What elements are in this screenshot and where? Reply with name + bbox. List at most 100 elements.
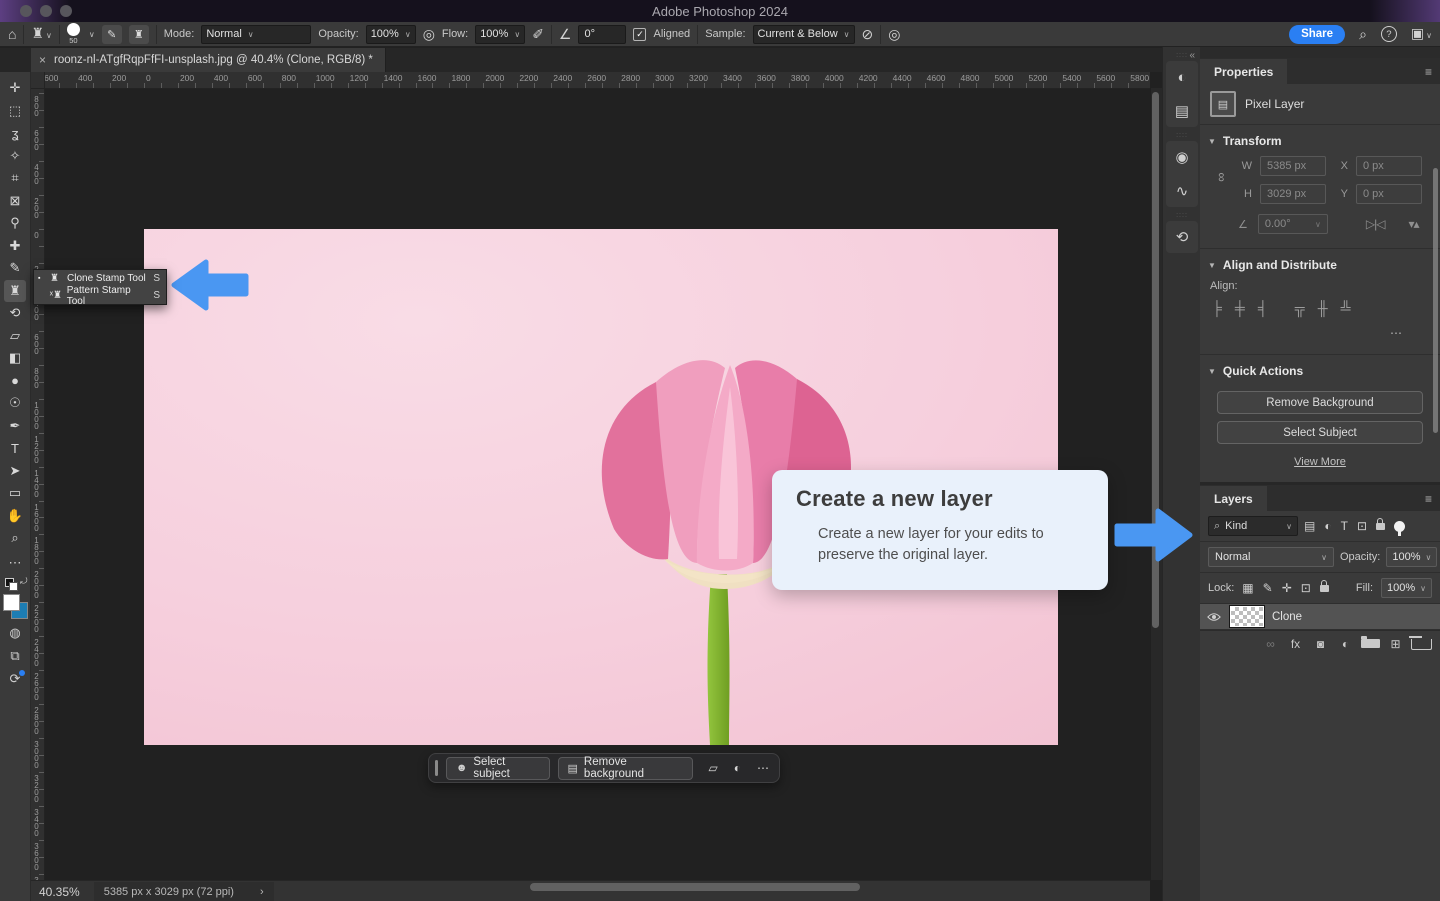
flyout-item-pattern-stamp[interactable]: ˣ♜ Pattern Stamp Tool S: [34, 287, 166, 304]
ignore-adjustment-layers-icon[interactable]: ⊘: [862, 22, 874, 47]
close-tab-icon[interactable]: ×: [39, 53, 46, 67]
history-icon[interactable]: ⟲: [1170, 225, 1194, 249]
sample-select[interactable]: Current & Below: [753, 25, 855, 44]
brush-settings-icon[interactable]: ✎: [102, 25, 122, 44]
filter-image-icon[interactable]: ▤: [1304, 519, 1315, 533]
tool-zoom[interactable]: ⌕: [4, 527, 26, 550]
lock-transparency-icon[interactable]: ▦: [1242, 581, 1253, 595]
horizontal-scrollbar-thumb[interactable]: [530, 883, 860, 891]
layer-row-clone[interactable]: Clone: [1200, 604, 1440, 630]
search-icon[interactable]: ⌕: [1359, 22, 1367, 47]
home-icon[interactable]: ⌂: [8, 22, 16, 47]
tool-lasso[interactable]: ʓ: [4, 122, 26, 145]
edit-toolbar-icon[interactable]: ⋯: [4, 552, 26, 575]
link-layers-icon[interactable]: ∞: [1261, 637, 1280, 651]
tool-rectangular-marquee[interactable]: ⬚: [4, 100, 26, 123]
swap-colors-icon[interactable]: ⤾: [20, 576, 28, 587]
lock-paint-icon[interactable]: ✎: [1263, 581, 1273, 595]
flip-vertical-icon[interactable]: ▾▴: [1408, 217, 1418, 231]
libraries-icon[interactable]: ▤: [1170, 99, 1194, 123]
more-options-icon[interactable]: ⋯: [757, 761, 769, 775]
filter-type-icon[interactable]: T: [1341, 519, 1348, 533]
select-subject-button[interactable]: ☻ Select subject: [446, 757, 550, 780]
brush-preset-picker[interactable]: 50: [67, 23, 80, 45]
default-colors-icon[interactable]: ⤾: [5, 578, 21, 591]
y-input[interactable]: 0 px: [1356, 184, 1422, 204]
transform-icon[interactable]: ▱: [709, 761, 718, 775]
tool-gradient[interactable]: ◧: [4, 347, 26, 370]
tool-hand[interactable]: ✋: [4, 505, 26, 528]
tool-spot-healing-brush[interactable]: ✚: [4, 235, 26, 258]
layer-opacity-select[interactable]: 100%: [1386, 547, 1437, 567]
opacity-select[interactable]: 100%: [366, 25, 416, 44]
panel-menu-icon[interactable]: ≡: [1425, 492, 1432, 506]
flip-horizontal-icon[interactable]: ▷|◁: [1366, 217, 1385, 231]
status-chevron-icon[interactable]: ›: [260, 886, 264, 898]
tool-brush[interactable]: ✎: [4, 257, 26, 280]
layer-thumbnail[interactable]: [1230, 606, 1264, 627]
transform-section-header[interactable]: ▼ Transform: [1200, 125, 1440, 154]
blend-mode-select[interactable]: Normal: [1208, 547, 1334, 567]
help-icon[interactable]: ?: [1381, 26, 1397, 42]
pressure-size-icon[interactable]: ◎: [888, 22, 900, 47]
adjustment-layer-icon[interactable]: ◐: [1336, 637, 1355, 651]
filter-kind-select[interactable]: ⌕ Kind: [1208, 516, 1298, 536]
select-subject-quick-button[interactable]: Select Subject: [1217, 421, 1423, 444]
tab-layers[interactable]: Layers: [1200, 486, 1267, 511]
filter-smart-object-icon[interactable]: [1376, 523, 1385, 530]
sync-notification-icon[interactable]: ⟳: [4, 668, 26, 691]
vertical-ruler[interactable]: 8006004002000200400600800100012001400160…: [31, 88, 45, 880]
quick-actions-header[interactable]: ▼ Quick Actions: [1200, 355, 1440, 384]
layer-effects-icon[interactable]: fx: [1286, 637, 1305, 651]
flow-select[interactable]: 100%: [475, 25, 525, 44]
quick-mask-icon[interactable]: ◍: [4, 622, 26, 645]
pressure-opacity-icon[interactable]: ◎: [423, 22, 435, 47]
delete-layer-icon[interactable]: [1411, 639, 1432, 650]
adjustments-icon[interactable]: ◐: [734, 761, 741, 775]
view-more-link[interactable]: View More: [1200, 456, 1440, 468]
layer-name[interactable]: Clone: [1272, 611, 1302, 623]
filter-shape-icon[interactable]: ⊡: [1357, 519, 1367, 533]
properties-scrollbar-thumb[interactable]: [1433, 168, 1438, 433]
layer-fill-select[interactable]: 100%: [1381, 578, 1432, 598]
tool-eraser[interactable]: ▱: [4, 325, 26, 348]
foreground-color-swatch[interactable]: [3, 594, 20, 611]
tool-eyedropper[interactable]: ⚲: [4, 212, 26, 235]
remove-background-quick-button[interactable]: Remove Background: [1217, 391, 1423, 414]
aligned-checkbox[interactable]: ✓: [633, 28, 646, 41]
clone-source-panel-icon[interactable]: ♜: [129, 25, 149, 44]
filter-toggle-pill[interactable]: [1394, 521, 1405, 532]
taskbar-drag-handle[interactable]: [435, 760, 438, 776]
current-tool-icon[interactable]: ♜∨: [31, 21, 51, 48]
align-right-icon[interactable]: ╡: [1258, 300, 1268, 316]
lock-artboard-icon[interactable]: ⊡: [1301, 581, 1311, 595]
tool-pen[interactable]: ✒: [4, 415, 26, 438]
height-input[interactable]: 3029 px: [1260, 184, 1326, 204]
ruler-origin-corner[interactable]: [31, 72, 45, 89]
tool-dodge[interactable]: ☉: [4, 392, 26, 415]
chevron-down-icon[interactable]: ∨: [89, 30, 95, 39]
panel-menu-icon[interactable]: ≡: [1425, 65, 1432, 79]
document-tab[interactable]: × roonz-nl-ATgfRqpFfFI-unsplash.jpg @ 40…: [31, 48, 386, 72]
tool-clone-stamp[interactable]: ♜: [4, 280, 26, 303]
angle-input[interactable]: 0°: [578, 25, 626, 44]
color-icon[interactable]: ◉: [1170, 145, 1194, 169]
mode-select[interactable]: Normal: [201, 25, 311, 44]
layer-mask-icon[interactable]: ◙: [1311, 637, 1330, 651]
tool-move[interactable]: ✛: [4, 77, 26, 100]
remove-background-button[interactable]: ▤ Remove background: [558, 757, 693, 780]
angle-select[interactable]: 0.00° ∨: [1258, 214, 1328, 234]
align-center-h-icon[interactable]: ╪: [1235, 300, 1245, 316]
new-layer-icon[interactable]: ⊞: [1386, 637, 1405, 651]
zoom-level-value[interactable]: 40.35%: [39, 885, 80, 899]
align-middle-v-icon[interactable]: ╫: [1318, 300, 1328, 316]
screen-mode-icon[interactable]: ⧉: [4, 645, 26, 668]
tab-properties[interactable]: Properties: [1200, 59, 1287, 84]
filter-adjustment-icon[interactable]: ◐: [1324, 519, 1331, 533]
new-group-icon[interactable]: [1361, 639, 1380, 648]
tool-blur[interactable]: ●: [4, 370, 26, 393]
tool-history-brush[interactable]: ⟲: [4, 302, 26, 325]
airbrush-icon[interactable]: ✐: [532, 22, 544, 47]
tool-crop[interactable]: ⌗: [4, 167, 26, 190]
align-section-header[interactable]: ▼ Align and Distribute: [1200, 249, 1440, 278]
